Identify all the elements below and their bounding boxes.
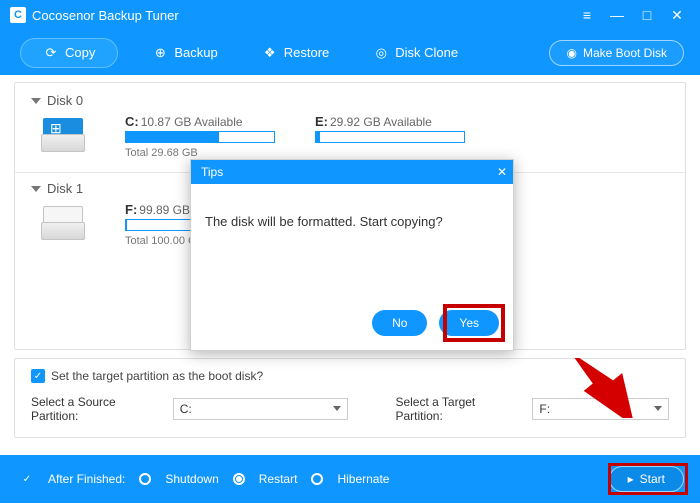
app-logo: C <box>10 7 26 23</box>
tab-copy-label: Copy <box>65 45 95 60</box>
partition-e-usage-bar <box>315 131 465 143</box>
target-partition-label: Select a Target Partition: <box>395 395 522 423</box>
disk1-title: Disk 1 <box>47 181 83 196</box>
disk1-drive-icon <box>41 206 85 240</box>
footer-bar: ✓ After Finished: Shutdown Restart Hiber… <box>0 455 700 503</box>
chevron-down-icon <box>654 406 662 411</box>
menu-button[interactable]: ≡ <box>572 0 602 30</box>
disk0-title: Disk 0 <box>47 93 83 108</box>
tab-disk-clone[interactable]: ◎ Disk Clone <box>363 39 468 67</box>
disk-clone-icon: ◎ <box>373 45 389 61</box>
close-button[interactable]: ✕ <box>662 0 692 30</box>
boot-partition-label: Set the target partition as the boot dis… <box>51 369 263 383</box>
target-partition-value: F: <box>539 402 550 416</box>
radio-restart-label: Restart <box>259 472 298 486</box>
tab-backup-label: Backup <box>174 45 217 60</box>
disk0-header[interactable]: Disk 0 <box>31 93 669 108</box>
partition-c-label: C:10.87 GB Available <box>125 114 275 129</box>
dialog-message: The disk will be formatted. Start copyin… <box>205 214 443 229</box>
source-partition-select[interactable]: C: <box>173 398 348 420</box>
after-finished-checkbox[interactable]: ✓ <box>20 472 34 486</box>
tab-backup[interactable]: ⊕ Backup <box>142 39 227 67</box>
minimize-button[interactable]: — <box>602 0 632 30</box>
maximize-button[interactable]: □ <box>632 0 662 30</box>
source-partition-value: C: <box>180 402 192 416</box>
radio-hibernate[interactable] <box>311 473 323 485</box>
radio-shutdown[interactable] <box>139 473 151 485</box>
radio-shutdown-label: Shutdown <box>165 472 218 486</box>
app-title: Cocosenor Backup Tuner <box>32 8 179 23</box>
tab-copy[interactable]: ⟳ Copy <box>20 38 118 68</box>
radio-restart[interactable] <box>233 473 245 485</box>
chevron-down-icon <box>31 186 41 192</box>
disk0-drive-icon: ⊞ <box>41 118 85 152</box>
dialog-close-icon[interactable]: ✕ <box>497 165 507 179</box>
after-finished-label: After Finished: <box>48 472 125 486</box>
make-boot-disk-button[interactable]: ◉ Make Boot Disk <box>549 40 684 66</box>
play-icon: ▸ <box>628 472 634 486</box>
restore-icon: ❖ <box>262 45 278 61</box>
tab-restore[interactable]: ❖ Restore <box>252 39 340 67</box>
make-boot-disk-label: Make Boot Disk <box>583 46 667 60</box>
partition-e-label: E:29.92 GB Available <box>315 114 465 129</box>
no-button[interactable]: No <box>372 310 427 336</box>
dialog-title: Tips <box>201 165 223 179</box>
chevron-down-icon <box>31 98 41 104</box>
options-panel: ✓ Set the target partition as the boot d… <box>14 358 686 438</box>
target-partition-select[interactable]: F: <box>532 398 669 420</box>
yes-button[interactable]: Yes <box>439 310 499 336</box>
start-button-label: Start <box>640 472 665 486</box>
partition-c-usage-bar <box>125 131 275 143</box>
main-toolbar: ⟳ Copy ⊕ Backup ❖ Restore ◎ Disk Clone ◉… <box>0 30 700 75</box>
source-partition-label: Select a Source Partition: <box>31 395 163 423</box>
boot-partition-checkbox[interactable]: ✓ <box>31 369 45 383</box>
tab-disk-clone-label: Disk Clone <box>395 45 458 60</box>
copy-icon: ⟳ <box>43 45 59 61</box>
tips-dialog: Tips ✕ The disk will be formatted. Start… <box>190 159 514 351</box>
partition-c-total: Total 29.68 GB <box>125 147 275 159</box>
backup-icon: ⊕ <box>152 45 168 61</box>
radio-hibernate-label: Hibernate <box>337 472 389 486</box>
boot-disk-icon: ◉ <box>566 46 576 60</box>
tab-restore-label: Restore <box>284 45 330 60</box>
title-bar: C Cocosenor Backup Tuner ≡ — □ ✕ <box>0 0 700 30</box>
chevron-down-icon <box>333 406 341 411</box>
start-button[interactable]: ▸ Start <box>609 466 684 492</box>
